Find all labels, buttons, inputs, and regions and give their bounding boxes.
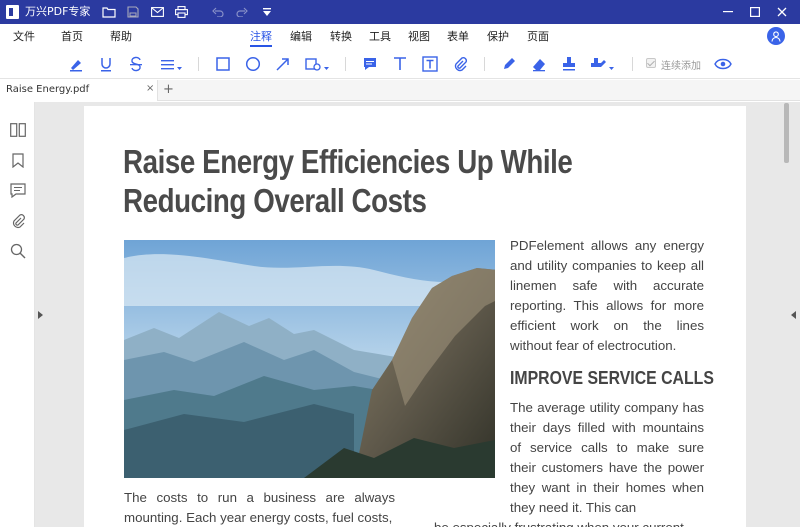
ellipse-icon[interactable]	[243, 54, 263, 74]
text-icon[interactable]	[390, 54, 410, 74]
document-tab-bar: Raise Energy.pdf × +	[0, 80, 800, 101]
service-calls-paragraph-continued: be especially frustrating when your curr…	[434, 518, 724, 527]
comments-panel-icon[interactable]	[9, 181, 27, 199]
toolbar-separator	[632, 57, 633, 71]
tab-form[interactable]: 表单	[447, 30, 469, 43]
document-tab[interactable]: Raise Energy.pdf ×	[0, 80, 158, 101]
toolbar-separator	[198, 57, 199, 71]
menu-bar: 文件 首页 帮助 注释 编辑 转换 工具 视图 表单 保护 页面	[0, 24, 800, 48]
pencil-icon[interactable]	[499, 54, 519, 74]
underline-icon[interactable]	[96, 54, 116, 74]
mail-icon[interactable]	[149, 4, 165, 20]
tab-protect[interactable]: 保护	[487, 30, 509, 43]
close-tab-icon[interactable]: ×	[146, 83, 154, 94]
line-style-dropdown-icon[interactable]	[158, 54, 184, 74]
quick-access-dropdown-icon[interactable]	[259, 4, 275, 20]
shape-dropdown-icon[interactable]	[303, 54, 331, 74]
rectangle-icon[interactable]	[213, 54, 233, 74]
add-tab-button[interactable]: +	[163, 82, 174, 97]
menu-file[interactable]: 文件	[13, 30, 35, 43]
toolbar-separator	[345, 57, 346, 71]
save-icon[interactable]	[125, 4, 141, 20]
attachment-icon[interactable]	[450, 54, 470, 74]
attachments-panel-icon[interactable]	[9, 212, 27, 230]
document-heading: Raise Energy Efficiencies Up While Reduc…	[123, 142, 593, 220]
print-icon[interactable]	[173, 4, 189, 20]
text-box-icon[interactable]	[420, 54, 440, 74]
costs-paragraph: The costs to run a business are always m…	[124, 490, 395, 525]
close-window-button[interactable]	[764, 0, 800, 24]
menu-help[interactable]: 帮助	[110, 30, 132, 43]
strikethrough-icon[interactable]	[126, 54, 146, 74]
undo-icon[interactable]	[210, 4, 226, 20]
eye-icon[interactable]	[713, 54, 733, 74]
title-bar: 万兴PDF专家	[0, 0, 800, 24]
highlight-icon[interactable]	[66, 54, 86, 74]
continuous-add-label: 连续添加	[661, 61, 701, 72]
app-title: 万兴PDF专家	[25, 5, 91, 18]
app-logo-icon	[6, 5, 19, 19]
thumbnails-icon[interactable]	[9, 121, 27, 139]
tab-annotate[interactable]: 注释	[250, 30, 272, 47]
bookmark-icon[interactable]	[9, 151, 27, 169]
menu-home[interactable]: 首页	[61, 30, 83, 43]
vertical-scrollbar[interactable]	[784, 103, 789, 163]
tab-tools[interactable]: 工具	[369, 30, 391, 43]
tab-edit[interactable]: 编辑	[290, 30, 312, 43]
open-folder-icon[interactable]	[101, 4, 117, 20]
tab-page[interactable]: 页面	[527, 30, 549, 43]
redo-icon[interactable]	[234, 4, 250, 20]
collapse-sidebar-arrow-icon[interactable]	[38, 311, 43, 319]
comment-icon[interactable]	[360, 54, 380, 74]
service-calls-paragraph: The average utility company has their da…	[510, 400, 704, 515]
document-tab-label: Raise Energy.pdf	[6, 84, 90, 95]
eraser-icon[interactable]	[529, 54, 549, 74]
tab-view[interactable]: 视图	[408, 30, 430, 43]
continuous-add-checkbox[interactable]	[646, 58, 656, 68]
heading-line-1: Raise Energy Efficiencies Up While	[123, 143, 573, 180]
mountain-landscape-image	[124, 240, 495, 478]
search-icon[interactable]	[9, 242, 27, 260]
heading-line-2: Reducing Overall Costs	[123, 182, 427, 219]
left-sidebar	[0, 102, 35, 527]
toolbar-separator	[484, 57, 485, 71]
annotation-toolbar: 连续添加	[0, 48, 800, 79]
arrow-icon[interactable]	[273, 54, 293, 74]
user-avatar-icon[interactable]	[767, 27, 785, 45]
improve-service-calls-heading: IMPROVE SERVICE CALLS	[510, 368, 714, 388]
intro-paragraph: PDFelement allows any energy and utility…	[510, 238, 704, 353]
tab-convert[interactable]: 转换	[330, 30, 352, 43]
expand-panel-arrow-icon[interactable]	[791, 311, 796, 319]
stamp-icon[interactable]	[559, 54, 579, 74]
pdf-page: Raise Energy Efficiencies Up While Reduc…	[84, 106, 746, 527]
signature-dropdown-icon[interactable]	[589, 54, 617, 74]
